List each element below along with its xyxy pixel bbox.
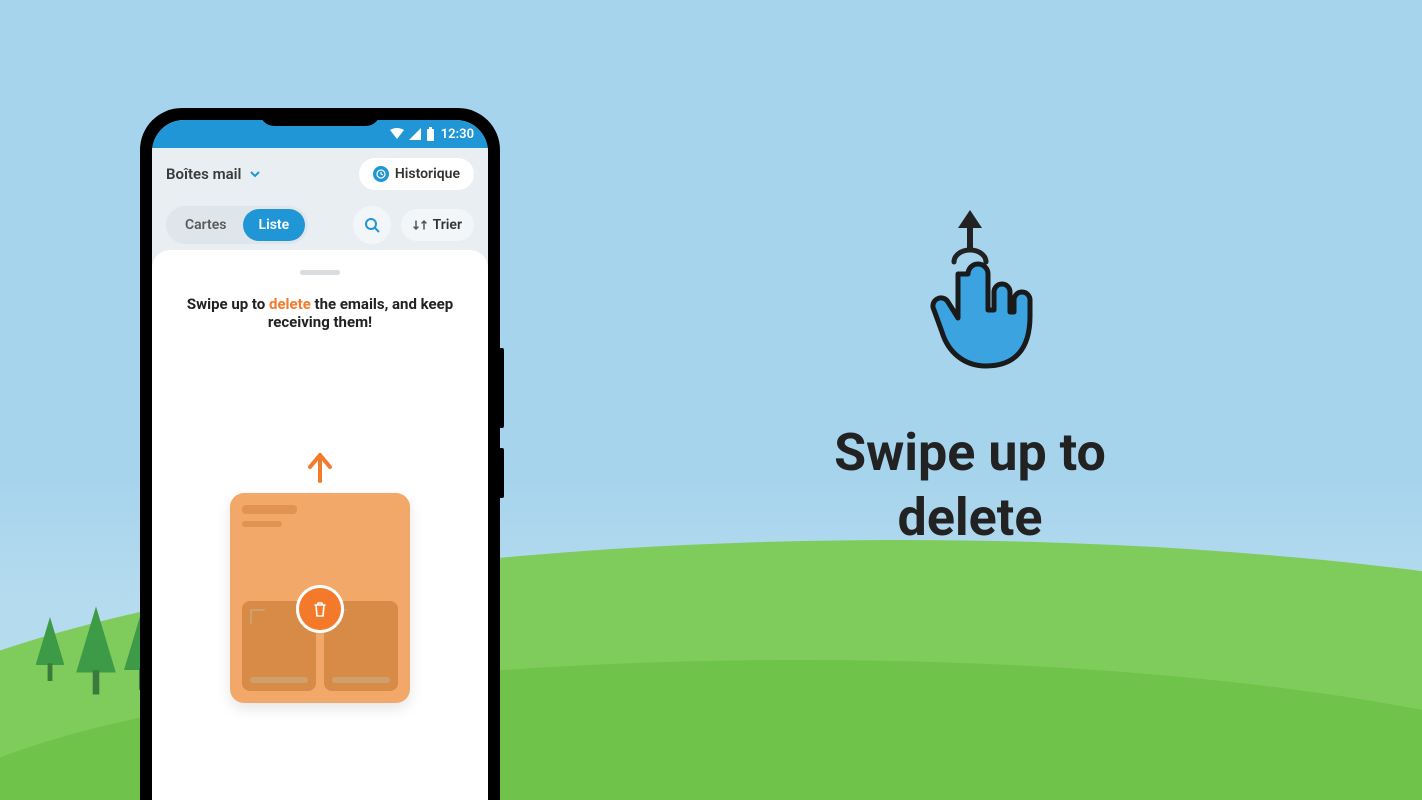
promo-heading: Swipe up to delete — [720, 420, 1220, 550]
swipe-demo — [168, 451, 472, 703]
sort-icon — [413, 218, 427, 232]
tree-icon — [74, 596, 118, 695]
email-card[interactable] — [230, 493, 410, 703]
search-button[interactable] — [353, 206, 391, 244]
toolbar: Trier — [353, 206, 474, 244]
tab-list[interactable]: Liste — [243, 209, 306, 241]
phone-screen: 12:30 Boîtes mail Historique Cartes Lis — [152, 120, 488, 800]
chevron-down-icon — [249, 168, 261, 180]
wifi-icon — [390, 128, 404, 140]
sort-label: Trier — [433, 217, 462, 233]
status-icons — [390, 127, 435, 141]
card-line — [242, 521, 282, 527]
swipe-up-hand-icon — [900, 200, 1040, 400]
history-button[interactable]: Historique — [359, 158, 474, 190]
promo-line-2: delete — [898, 487, 1043, 548]
instruction-text: Swipe up to delete the emails, and keep … — [168, 295, 472, 331]
content-area: Swipe up to delete the emails, and keep … — [152, 250, 488, 800]
mailboxes-label: Boîtes mail — [166, 165, 241, 183]
tab-cards[interactable]: Cartes — [169, 209, 243, 241]
mailboxes-dropdown[interactable]: Boîtes mail — [166, 165, 261, 183]
phone-side-button — [499, 448, 504, 498]
phone-frame: 12:30 Boîtes mail Historique Cartes Lis — [140, 108, 500, 800]
battery-icon — [426, 127, 435, 141]
clock-icon — [373, 166, 389, 182]
search-icon — [364, 217, 380, 233]
promo-scene: Swipe up to delete 12:30 Boîtes mail — [0, 0, 1422, 800]
history-label: Historique — [395, 166, 460, 182]
trash-icon — [311, 600, 329, 618]
phone-notch — [260, 108, 380, 126]
top-bar: Boîtes mail Historique — [152, 148, 488, 200]
arrow-up-icon — [306, 451, 334, 483]
view-segment: Cartes Liste — [166, 206, 308, 244]
tree-icon — [34, 609, 66, 681]
card-line — [242, 505, 297, 514]
instruction-prefix: Swipe up to — [187, 295, 269, 313]
instruction-highlight: delete — [269, 295, 311, 313]
phone-side-button — [499, 348, 504, 428]
delete-badge — [296, 585, 344, 633]
signal-icon — [409, 128, 421, 140]
sort-button[interactable]: Trier — [401, 209, 474, 241]
drag-handle[interactable] — [300, 270, 340, 275]
filter-bar: Cartes Liste Trier — [152, 200, 488, 250]
promo-line-1: Swipe up to — [834, 422, 1106, 483]
status-time: 12:30 — [441, 127, 474, 142]
